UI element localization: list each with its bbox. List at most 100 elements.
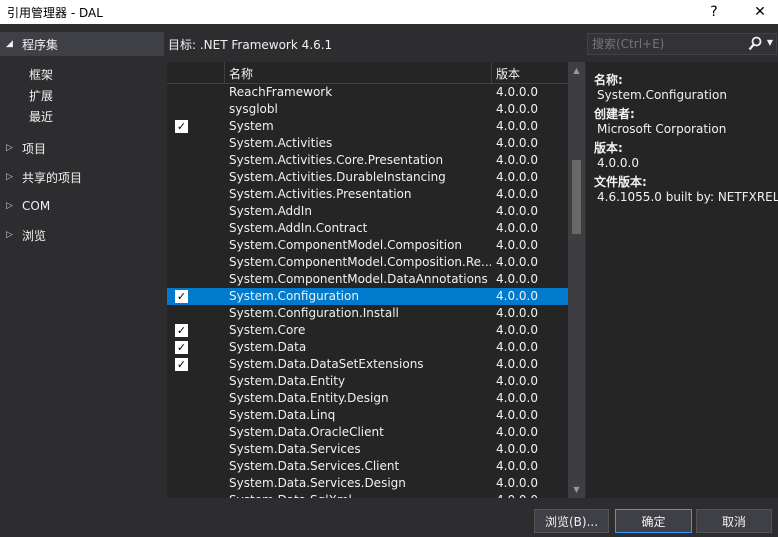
table-row[interactable]: System.Activities.Core.Presentation 4.0.0… — [167, 152, 568, 169]
reference-checkbox[interactable] — [175, 443, 188, 456]
row-version: 4.0.0.0 — [496, 272, 538, 286]
reference-checkbox[interactable]: ✓ — [175, 120, 188, 133]
table-row[interactable]: System.Activities.Presentation 4.0.0.0 — [167, 186, 568, 203]
reference-checkbox[interactable] — [175, 426, 188, 439]
column-header-name[interactable]: 名称 — [229, 62, 253, 84]
table-row[interactable]: System.Data.Services 4.0.0.0 — [167, 441, 568, 458]
reference-checkbox[interactable] — [175, 307, 188, 320]
reference-checkbox[interactable] — [175, 188, 188, 201]
nav-sub-extensions[interactable]: 扩展 — [29, 87, 53, 104]
reference-checkbox[interactable] — [175, 154, 188, 167]
reference-checkbox[interactable] — [175, 375, 188, 388]
close-button[interactable]: ✕ — [738, 0, 778, 24]
reference-checkbox[interactable] — [175, 256, 188, 269]
title-bar: 引用管理器 - DAL ? ✕ — [0, 0, 778, 24]
detail-name-label: 名称: — [594, 73, 623, 87]
row-name: System.Activities.DurableInstancing — [229, 170, 446, 184]
reference-checkbox[interactable] — [175, 205, 188, 218]
nav-group-shared-projects[interactable]: ▷ 共享的项目 — [0, 167, 164, 187]
table-row[interactable]: System.Data.Entity 4.0.0.0 — [167, 373, 568, 390]
row-version: 4.0.0.0 — [496, 323, 538, 337]
row-name: System.Activities.Presentation — [229, 187, 412, 201]
table-row[interactable]: System.Data.OracleClient 4.0.0.0 — [167, 424, 568, 441]
details-panel: 名称: System.Configuration 创建者: Microsoft … — [586, 62, 778, 498]
table-row[interactable]: System.ComponentModel.Composition.Re... 4… — [167, 254, 568, 271]
reference-checkbox[interactable] — [175, 86, 188, 99]
table-row[interactable]: sysglobl 4.0.0.0 — [167, 101, 568, 118]
table-row[interactable]: System.AddIn 4.0.0.0 — [167, 203, 568, 220]
table-row[interactable]: System.Data.Services.Client 4.0.0.0 — [167, 458, 568, 475]
reference-checkbox[interactable] — [175, 494, 188, 498]
table-row[interactable]: System.Activities.DurableInstancing 4.0.0… — [167, 169, 568, 186]
table-row[interactable]: System.Configuration.Install 4.0.0.0 — [167, 305, 568, 322]
reference-checkbox[interactable]: ✓ — [175, 324, 188, 337]
table-row[interactable]: System.Data.Entity.Design 4.0.0.0 — [167, 390, 568, 407]
row-name: System.Data.SqlXml — [229, 493, 491, 498]
scroll-up-arrow-icon[interactable]: ▲ — [568, 62, 585, 79]
reference-checkbox[interactable] — [175, 273, 188, 286]
cancel-button[interactable]: 取消 — [696, 509, 772, 533]
reference-checkbox[interactable] — [175, 477, 188, 490]
nav-sub-framework[interactable]: 框架 — [29, 66, 53, 83]
scroll-thumb[interactable] — [572, 160, 581, 234]
row-name: System.Data.Services — [229, 442, 361, 456]
table-row[interactable]: System.AddIn.Contract 4.0.0.0 — [167, 220, 568, 237]
nav-group-com[interactable]: ▷ COM — [0, 196, 164, 216]
left-nav: ◢ 程序集 框架 扩展 最近 ▷ 项目 ▷ 共享的项目 ▷ COM ▷ 浏览 — [0, 28, 164, 498]
table-row[interactable]: System.ComponentModel.DataAnnotations 4.0… — [167, 271, 568, 288]
row-name: System.Core — [229, 323, 306, 337]
search-input[interactable] — [588, 37, 738, 51]
list-scrollbar[interactable]: ▲ ▼ — [568, 62, 585, 498]
table-row[interactable]: ✓ System.Core 4.0.0.0 — [167, 322, 568, 339]
row-version: 4.0.0.0 — [496, 204, 538, 218]
table-row[interactable]: System.Data.SqlXml 4.0.0.0 — [167, 492, 568, 498]
row-name: System.ComponentModel.DataAnnotations — [229, 272, 488, 286]
row-name: System.Data.OracleClient — [229, 425, 384, 439]
nav-sub-recent[interactable]: 最近 — [29, 108, 53, 125]
row-name: System.Data.DataSetExtensions — [229, 357, 424, 371]
table-row[interactable]: ✓ System.Data.DataSetExtensions 4.0.0.0 — [167, 356, 568, 373]
browse-button[interactable]: 浏览(B)... — [534, 509, 609, 533]
search-box[interactable]: ▼ — [587, 33, 777, 55]
nav-group-projects[interactable]: ▷ 项目 — [0, 138, 164, 158]
reference-checkbox[interactable]: ✓ — [175, 341, 188, 354]
table-row[interactable]: ✓ System.Configuration 4.0.0.0 — [167, 288, 568, 305]
checkmark-icon: ✓ — [176, 290, 187, 303]
reference-checkbox[interactable] — [175, 392, 188, 405]
reference-checkbox[interactable] — [175, 222, 188, 235]
search-icon[interactable] — [748, 36, 762, 52]
column-separator[interactable] — [491, 62, 492, 84]
nav-item-assemblies[interactable]: ◢ 程序集 — [0, 32, 164, 56]
help-button[interactable]: ? — [692, 0, 736, 24]
row-version: 4.0.0.0 — [496, 476, 538, 490]
reference-checkbox[interactable] — [175, 239, 188, 252]
chevron-down-icon[interactable]: ▼ — [767, 38, 773, 47]
reference-checkbox[interactable] — [175, 460, 188, 473]
table-row[interactable]: System.ComponentModel.Composition 4.0.0.0 — [167, 237, 568, 254]
reference-checkbox[interactable] — [175, 409, 188, 422]
row-version: 4.0.0.0 — [496, 153, 538, 167]
table-row[interactable]: System.Activities 4.0.0.0 — [167, 135, 568, 152]
row-version: 4.0.0.0 — [496, 187, 538, 201]
reference-checkbox[interactable] — [175, 137, 188, 150]
row-version: 4.0.0.0 — [496, 85, 538, 99]
nav-group-label: 项目 — [22, 141, 47, 156]
column-header-version[interactable]: 版本 — [496, 62, 520, 84]
reference-checkbox[interactable] — [175, 103, 188, 116]
table-row[interactable]: ✓ System.Data 4.0.0.0 — [167, 339, 568, 356]
reference-checkbox[interactable]: ✓ — [175, 358, 188, 371]
table-row[interactable]: System.Data.Linq 4.0.0.0 — [167, 407, 568, 424]
scroll-down-arrow-icon[interactable]: ▼ — [568, 481, 585, 498]
row-version: 4.0.0.0 — [496, 221, 538, 235]
nav-group-browse[interactable]: ▷ 浏览 — [0, 225, 164, 245]
reference-checkbox[interactable] — [175, 171, 188, 184]
ok-button[interactable]: 确定 — [615, 509, 692, 533]
table-row[interactable]: ✓ System 4.0.0.0 — [167, 118, 568, 135]
row-version: 4.0.0.0 — [496, 170, 538, 184]
checkmark-icon: ✓ — [176, 358, 187, 371]
row-version: 4.0.0.0 — [496, 374, 538, 388]
column-separator[interactable] — [224, 62, 225, 84]
table-row[interactable]: ReachFramework 4.0.0.0 — [167, 84, 568, 101]
reference-checkbox[interactable]: ✓ — [175, 290, 188, 303]
table-row[interactable]: System.Data.Services.Design 4.0.0.0 — [167, 475, 568, 492]
